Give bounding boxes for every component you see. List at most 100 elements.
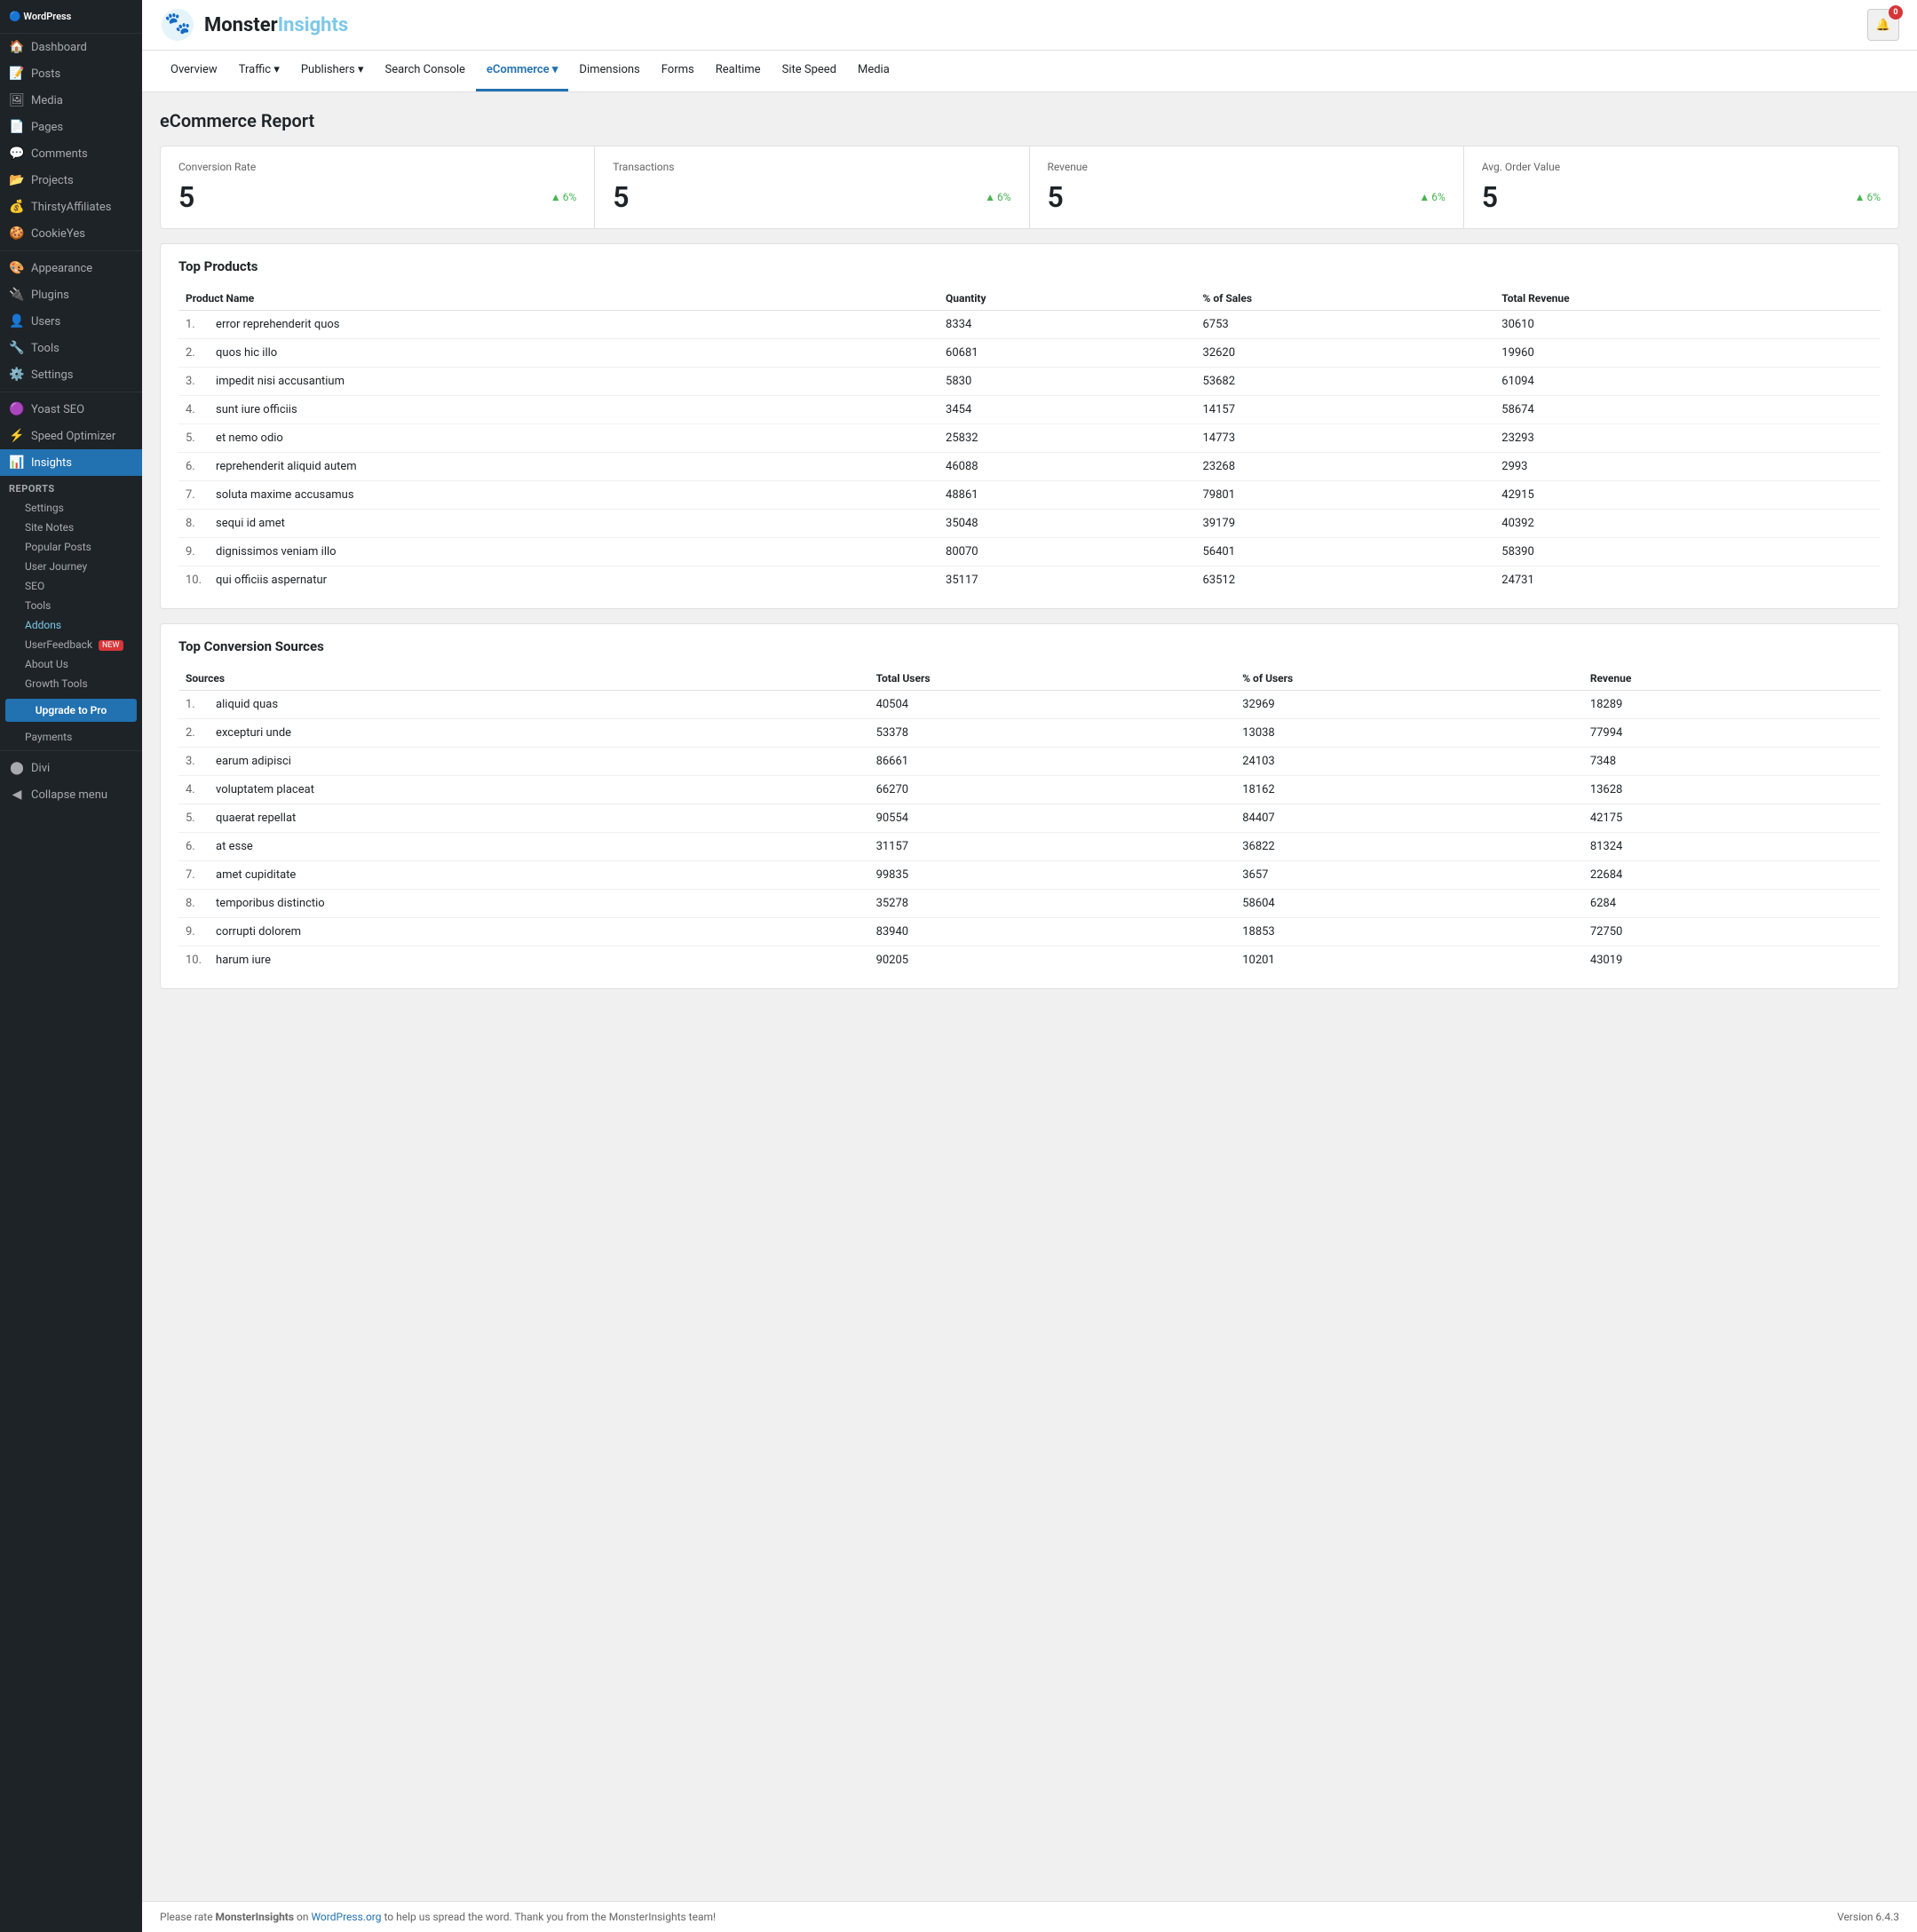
pct-sales: 14157: [1195, 396, 1494, 424]
stat-value-avg-order-value: 5: [1482, 180, 1498, 214]
pct-sales: 14773: [1195, 424, 1494, 453]
row-num: 1.: [178, 311, 209, 339]
row-num: 8.: [178, 890, 209, 918]
sidebar-sub-seo[interactable]: SEO: [0, 576, 142, 596]
tab-overview[interactable]: Overview: [160, 51, 228, 91]
sidebar-item-divi[interactable]: ⬤ Divi: [0, 755, 142, 781]
table-row: 1. aliquid quas 40504 32969 18289: [178, 691, 1881, 719]
sidebar-collapse-menu[interactable]: ◀ Collapse menu: [0, 781, 142, 808]
row-num: 4.: [178, 396, 209, 424]
table-row: 2. excepturi unde 53378 13038 77994: [178, 719, 1881, 748]
tab-dimensions[interactable]: Dimensions: [568, 51, 650, 91]
sidebar-item-speed-optimizer[interactable]: ⚡ Speed Optimizer: [0, 423, 142, 449]
sidebar-item-insights[interactable]: 📊 Insights: [0, 449, 142, 476]
table-row: 10. harum iure 90205 10201 43019: [178, 946, 1881, 975]
wordpress-org-link[interactable]: WordPress.org: [311, 1911, 381, 1923]
upgrade-to-pro-button[interactable]: Upgrade to Pro: [5, 699, 137, 722]
sidebar-item-posts[interactable]: 📝 Posts: [0, 60, 142, 87]
tab-ecommerce[interactable]: eCommerce ▾: [476, 51, 569, 91]
product-name: qui officiis aspernatur: [209, 566, 939, 595]
pct-sales: 79801: [1195, 481, 1494, 510]
stat-card-conversion-rate: Conversion Rate 5 ▲ 6%: [161, 146, 595, 228]
revenue: 43019: [1583, 946, 1881, 975]
sidebar-item-comments[interactable]: 💬 Comments: [0, 140, 142, 167]
sidebar-item-label: Dashboard: [31, 41, 87, 54]
arrow-up-icon-4: ▲: [1855, 191, 1866, 203]
row-num: 7.: [178, 861, 209, 890]
sidebar-item-settings[interactable]: ⚙️ Settings: [0, 361, 142, 388]
stat-card-transactions: Transactions 5 ▲ 6%: [595, 146, 1029, 228]
stat-card-revenue: Revenue 5 ▲ 6%: [1030, 146, 1464, 228]
sidebar-item-pages[interactable]: 📄 Pages: [0, 114, 142, 140]
users-icon: 👤: [9, 314, 25, 329]
source-name: amet cupiditate: [209, 861, 869, 890]
yoast-seo-icon: 🟣: [9, 402, 25, 416]
sidebar-sub-site-notes[interactable]: Site Notes: [0, 518, 142, 537]
pages-icon: 📄: [9, 120, 25, 134]
row-num: 9.: [178, 918, 209, 946]
row-num: 6.: [178, 833, 209, 861]
sidebar-divider-3: [0, 750, 142, 751]
table-row: 4. sunt iure officiis 3454 14157 58674: [178, 396, 1881, 424]
source-name: excepturi unde: [209, 719, 869, 748]
stat-value-row: 5 ▲ 6%: [178, 180, 576, 214]
sidebar-item-thirstyaffiliates[interactable]: 💰 ThirstyAffiliates: [0, 194, 142, 220]
col-pct-users: % of Users: [1235, 667, 1583, 691]
sidebar-item-label: Plugins: [31, 289, 69, 302]
total-users: 66270: [869, 776, 1236, 804]
sidebar-item-label: Projects: [31, 174, 74, 187]
sidebar-item-appearance[interactable]: 🎨 Appearance: [0, 255, 142, 281]
revenue: 22684: [1583, 861, 1881, 890]
sidebar-item-media[interactable]: 🖼 Media: [0, 87, 142, 114]
tab-media[interactable]: Media: [847, 51, 900, 91]
quantity: 5830: [939, 368, 1195, 396]
tab-publishers[interactable]: Publishers ▾: [290, 51, 375, 91]
sidebar-item-yoast-seo[interactable]: 🟣 Yoast SEO: [0, 396, 142, 423]
notification-button[interactable]: 🔔 0: [1867, 9, 1899, 41]
col-pct-sales: % of Sales: [1195, 287, 1494, 311]
tab-search-console[interactable]: Search Console: [374, 51, 475, 91]
tab-site-speed[interactable]: Site Speed: [772, 51, 847, 91]
row-num: 5.: [178, 804, 209, 833]
product-name: impedit nisi accusantium: [209, 368, 939, 396]
total-revenue: 40392: [1494, 510, 1881, 538]
sidebar-item-users[interactable]: 👤 Users: [0, 308, 142, 335]
sidebar-sub-user-journey[interactable]: User Journey: [0, 557, 142, 576]
sidebar-sub-tools[interactable]: Tools: [0, 596, 142, 615]
table-row: 6. reprehenderit aliquid autem 46088 232…: [178, 453, 1881, 481]
sidebar-sub-addons[interactable]: Addons: [0, 615, 142, 635]
tab-traffic[interactable]: Traffic ▾: [228, 51, 290, 91]
sidebar-item-label: Appearance: [31, 262, 92, 275]
stat-change-conversion-rate: ▲ 6%: [551, 191, 576, 203]
sidebar-item-tools[interactable]: 🔧 Tools: [0, 335, 142, 361]
sidebar-sub-about-us[interactable]: About Us: [0, 654, 142, 674]
col-total-users: Total Users: [869, 667, 1236, 691]
sidebar-item-dashboard[interactable]: 🏠 Dashboard: [0, 34, 142, 60]
product-name: quos hic illo: [209, 339, 939, 368]
tab-forms[interactable]: Forms: [651, 51, 705, 91]
stat-label-transactions: Transactions: [613, 161, 1010, 173]
sidebar-item-projects[interactable]: 📂 Projects: [0, 167, 142, 194]
sidebar-sub-userfeedback[interactable]: UserFeedback NEW: [0, 635, 142, 654]
sidebar-item-cookieyes[interactable]: 🍪 CookieYes: [0, 220, 142, 247]
stat-value-row-3: 5 ▲ 6%: [1048, 180, 1446, 214]
header: 🐾 MonsterInsights 🔔 0: [142, 0, 1917, 51]
total-users: 86661: [869, 748, 1236, 776]
sidebar-sub-payments[interactable]: Payments: [0, 727, 142, 747]
table-row: 3. earum adipisci 86661 24103 7348: [178, 748, 1881, 776]
source-name: corrupti dolorem: [209, 918, 869, 946]
sidebar-sub-settings[interactable]: Settings: [0, 498, 142, 518]
new-badge: NEW: [99, 640, 123, 651]
quantity: 48861: [939, 481, 1195, 510]
row-num: 2.: [178, 719, 209, 748]
total-users: 40504: [869, 691, 1236, 719]
sidebar-item-plugins[interactable]: 🔌 Plugins: [0, 281, 142, 308]
total-users: 53378: [869, 719, 1236, 748]
stat-value-transactions: 5: [613, 180, 629, 214]
revenue: 72750: [1583, 918, 1881, 946]
row-num: 6.: [178, 453, 209, 481]
total-revenue: 2993: [1494, 453, 1881, 481]
tab-realtime[interactable]: Realtime: [705, 51, 772, 91]
sidebar-sub-growth-tools[interactable]: Growth Tools: [0, 674, 142, 693]
sidebar-sub-popular-posts[interactable]: Popular Posts: [0, 537, 142, 557]
